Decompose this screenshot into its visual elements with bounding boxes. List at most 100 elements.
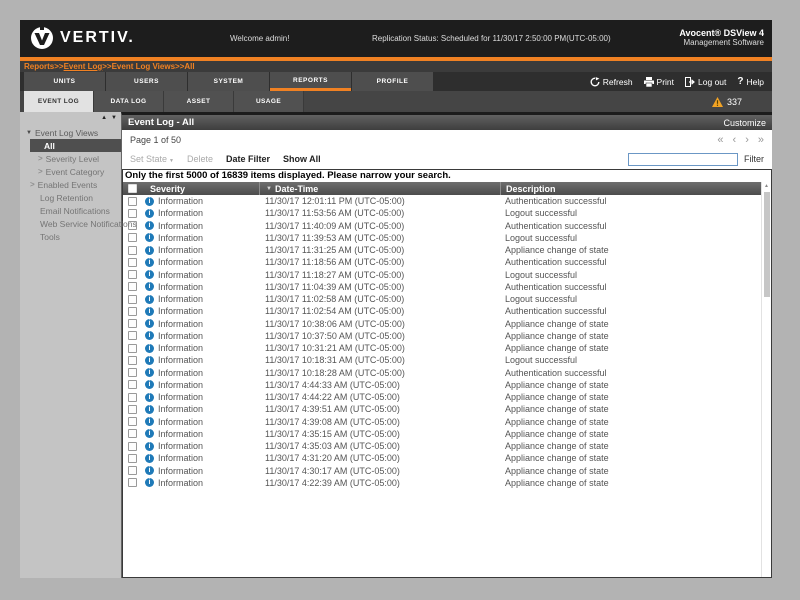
tab-units[interactable]: UNITS <box>24 72 105 91</box>
scroll-up-icon[interactable]: ▲ <box>764 182 769 190</box>
customize-link[interactable]: Customize <box>723 118 766 128</box>
row-checkbox[interactable] <box>128 307 137 316</box>
show-all-button[interactable]: Show All <box>283 154 321 164</box>
table-row[interactable]: i Information 11/30/17 11:02:54 AM (UTC-… <box>123 305 761 317</box>
scrollbar-thumb[interactable] <box>764 192 770 297</box>
sidebar-item-enabled-events[interactable]: > Enabled Events <box>20 178 121 191</box>
row-checkbox[interactable] <box>128 356 137 365</box>
sidebar-item-tools[interactable]: Tools <box>20 230 121 243</box>
collapse-down-icon[interactable]: ▼ <box>111 115 117 121</box>
row-checkbox[interactable] <box>128 344 137 353</box>
subtab-asset[interactable]: ASSET <box>164 91 234 112</box>
table-row[interactable]: i Information 11/30/17 10:37:50 AM (UTC-… <box>123 330 761 342</box>
tab-profile[interactable]: PROFILE <box>352 72 433 91</box>
row-checkbox[interactable] <box>128 331 137 340</box>
sidebar-item-all[interactable]: All <box>30 139 121 152</box>
row-checkbox[interactable] <box>128 380 137 389</box>
row-checkbox[interactable] <box>128 282 137 291</box>
next-page-button[interactable]: › <box>745 134 749 146</box>
tab-system[interactable]: SYSTEM <box>188 72 269 91</box>
table-row[interactable]: i Information 11/30/17 12:01:11 PM (UTC-… <box>123 195 761 207</box>
datetime-cell: 11/30/17 10:38:06 AM (UTC-05:00) <box>259 319 500 329</box>
row-checkbox[interactable] <box>128 197 137 206</box>
row-checkbox[interactable] <box>128 393 137 402</box>
table-row[interactable]: i Information 11/30/17 11:53:56 AM (UTC-… <box>123 207 761 219</box>
row-checkbox[interactable] <box>128 295 137 304</box>
filter-button[interactable]: Filter <box>744 154 764 164</box>
row-checkbox[interactable] <box>128 442 137 451</box>
table-row[interactable]: i Information 11/30/17 4:30:17 AM (UTC-0… <box>123 465 761 477</box>
table-row[interactable]: i Information 11/30/17 4:22:39 AM (UTC-0… <box>123 477 761 489</box>
table-row[interactable]: i Information 11/30/17 4:44:22 AM (UTC-0… <box>123 391 761 403</box>
select-all-checkbox[interactable] <box>128 184 137 193</box>
table-row[interactable]: i Information 11/30/17 10:18:28 AM (UTC-… <box>123 367 761 379</box>
header-severity[interactable]: Severity <box>142 182 259 195</box>
table-row[interactable]: i Information 11/30/17 4:39:51 AM (UTC-0… <box>123 403 761 415</box>
table-row[interactable]: i Information 11/30/17 11:18:56 AM (UTC-… <box>123 256 761 268</box>
print-button[interactable]: Print <box>644 77 674 87</box>
alert-indicator[interactable]: 337 <box>712 91 772 112</box>
date-filter-button[interactable]: Date Filter <box>226 154 270 164</box>
sidebar-item-severity-level[interactable]: > Severity Level <box>20 152 121 165</box>
prev-page-button[interactable]: ‹ <box>733 134 737 146</box>
table-row[interactable]: i Information 11/30/17 10:18:31 AM (UTC-… <box>123 354 761 366</box>
subtab-data-log[interactable]: DATA LOG <box>94 91 164 112</box>
tab-reports[interactable]: REPORTS <box>270 72 351 91</box>
table-row[interactable]: i Information 11/30/17 10:31:21 AM (UTC-… <box>123 342 761 354</box>
row-checkbox[interactable] <box>128 454 137 463</box>
header-description[interactable]: Description <box>500 182 761 195</box>
row-checkbox[interactable] <box>128 258 137 267</box>
delete-button[interactable]: Delete <box>187 154 213 164</box>
row-checkbox[interactable] <box>128 417 137 426</box>
breadcrumb-event-log-link[interactable]: Event Log <box>64 62 103 71</box>
info-icon: i <box>145 270 154 279</box>
tab-users[interactable]: USERS <box>106 72 187 91</box>
sidebar: ▲ ▼ ▼ Event Log Views All > Severity Lev… <box>20 112 121 578</box>
main-panel: Event Log - All Customize Page 1 of 50 «… <box>121 112 772 578</box>
row-checkbox[interactable] <box>128 429 137 438</box>
row-checkbox[interactable] <box>128 405 137 414</box>
collapse-up-icon[interactable]: ▲ <box>101 115 107 121</box>
subtab-event-log[interactable]: EVENT LOG <box>24 91 94 112</box>
info-icon: i <box>145 442 154 451</box>
row-checkbox[interactable] <box>128 368 137 377</box>
table-row[interactable]: i Information 11/30/17 4:31:20 AM (UTC-0… <box>123 452 761 464</box>
sidebar-item-log-retention[interactable]: Log Retention <box>20 191 121 204</box>
table-row[interactable]: i Information 11/30/17 11:02:58 AM (UTC-… <box>123 293 761 305</box>
info-icon: i <box>145 393 154 402</box>
table-row[interactable]: i Information 11/30/17 11:18:27 AM (UTC-… <box>123 269 761 281</box>
row-checkbox[interactable] <box>128 466 137 475</box>
row-checkbox[interactable] <box>128 246 137 255</box>
row-checkbox[interactable] <box>128 209 137 218</box>
table-row[interactable]: i Information 11/30/17 11:31:25 AM (UTC-… <box>123 244 761 256</box>
table-row[interactable]: i Information 11/30/17 4:35:03 AM (UTC-0… <box>123 440 761 452</box>
row-checkbox[interactable] <box>128 233 137 242</box>
severity-cell: i Information <box>142 282 259 292</box>
refresh-button[interactable]: Refresh <box>590 77 633 87</box>
first-page-button[interactable]: « <box>717 134 723 146</box>
row-checkbox[interactable] <box>128 478 137 487</box>
filter-input[interactable] <box>628 153 738 166</box>
logout-button[interactable]: Log out <box>685 77 726 87</box>
last-page-button[interactable]: » <box>758 134 764 146</box>
set-state-button[interactable]: Set State▼ <box>130 154 174 164</box>
expander-icon[interactable]: ▼ <box>26 130 32 136</box>
header-datetime[interactable]: ▼ Date-Time <box>259 182 500 195</box>
table-row[interactable]: i Information 11/30/17 4:44:33 AM (UTC-0… <box>123 379 761 391</box>
sidebar-item-event-log-views[interactable]: ▼ Event Log Views <box>20 126 121 139</box>
table-row[interactable]: i Information 11/30/17 11:40:09 AM (UTC-… <box>123 220 761 232</box>
page-title: Event Log - All <box>128 117 194 128</box>
sidebar-item-web-service-notifications[interactable]: Web Service Notifications <box>20 217 121 230</box>
table-row[interactable]: i Information 11/30/17 10:38:06 AM (UTC-… <box>123 318 761 330</box>
table-row[interactable]: i Information 11/30/17 4:35:15 AM (UTC-0… <box>123 428 761 440</box>
help-button[interactable]: ? Help <box>737 76 764 87</box>
table-row[interactable]: i Information 11/30/17 11:04:39 AM (UTC-… <box>123 281 761 293</box>
sidebar-item-email-notifications[interactable]: Email Notifications <box>20 204 121 217</box>
row-checkbox[interactable] <box>128 270 137 279</box>
severity-cell: i Information <box>142 478 259 488</box>
row-checkbox[interactable] <box>128 319 137 328</box>
table-row[interactable]: i Information 11/30/17 11:39:53 AM (UTC-… <box>123 232 761 244</box>
sidebar-item-event-category[interactable]: > Event Category <box>20 165 121 178</box>
subtab-usage[interactable]: USAGE <box>234 91 304 112</box>
table-row[interactable]: i Information 11/30/17 4:39:08 AM (UTC-0… <box>123 416 761 428</box>
